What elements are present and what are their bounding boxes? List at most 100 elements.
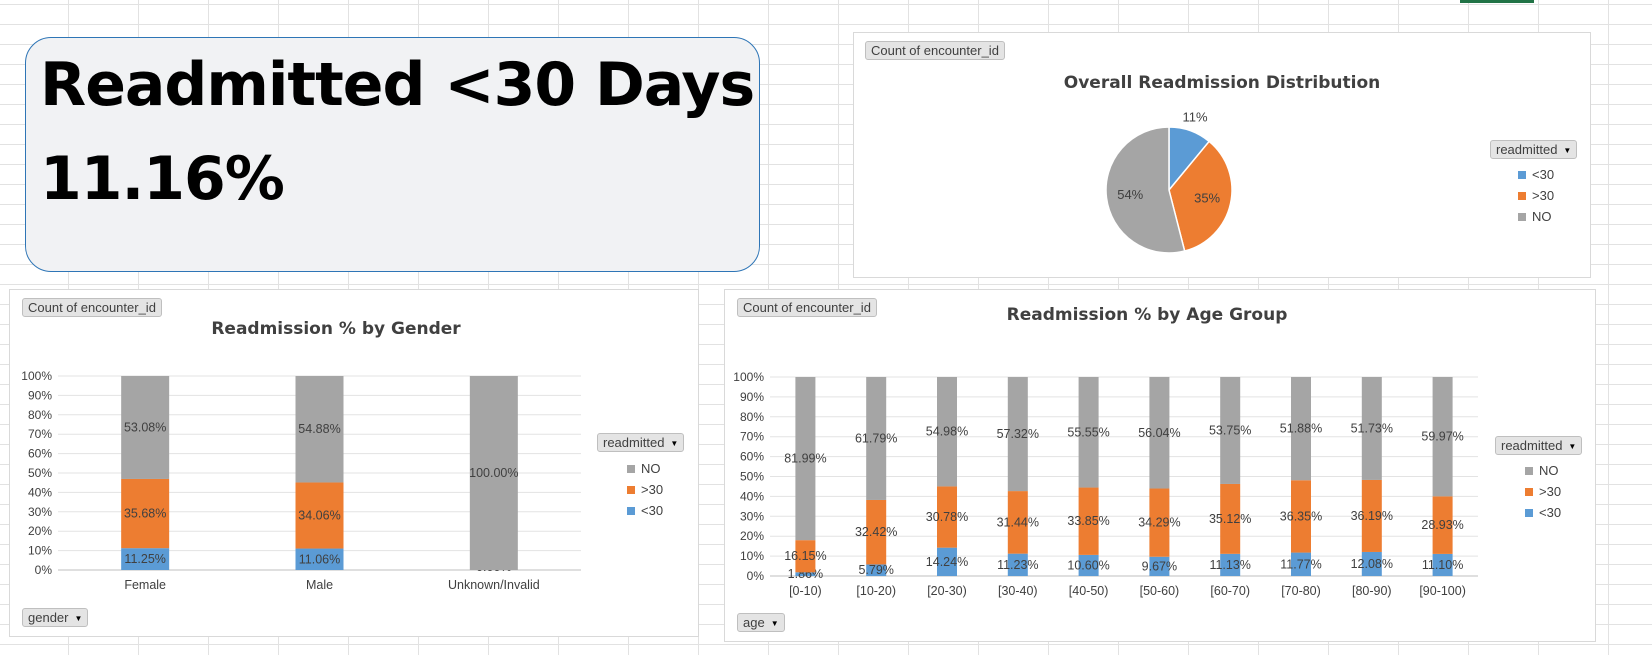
legend-swatch-no <box>627 464 635 473</box>
legend-label: <30 <box>641 503 664 518</box>
bar-data-label: 5.79% <box>858 563 893 577</box>
x-tick-label: [90-100) <box>1419 584 1466 598</box>
legend-swatch-lt30 <box>627 506 635 515</box>
x-tick-label: Unknown/Invalid <box>448 578 540 592</box>
legend-label: >30 <box>1532 188 1555 203</box>
x-tick-label: Male <box>306 578 333 592</box>
legend-label: <30 <box>1539 505 1562 520</box>
legend-swatch-gt30 <box>627 485 635 494</box>
y-tick-label: 60% <box>740 450 764 464</box>
y-tick-label: 70% <box>740 430 764 444</box>
kpi-value: 11.16% <box>40 144 285 214</box>
bar-data-label: 100.00% <box>469 466 518 480</box>
legend-item-no: NO <box>1525 460 1561 481</box>
y-tick-label: 100% <box>733 370 764 384</box>
bar-data-label: 11.13% <box>1209 558 1250 572</box>
y-tick-label: 40% <box>28 485 52 499</box>
bar-data-label: 11.25% <box>124 552 165 566</box>
x-tick-label: [0-10) <box>789 584 822 598</box>
legend-item-no: NO <box>1518 206 1554 227</box>
bar-data-label: 9.67% <box>1142 559 1177 573</box>
y-tick-label: 80% <box>28 408 52 422</box>
bar-data-label: 33.85% <box>1067 514 1109 528</box>
bar-data-label: 56.04% <box>1138 426 1180 440</box>
selected-cell-indicator <box>1460 0 1534 3</box>
dropdown-arrow-icon: ▼ <box>1563 146 1572 156</box>
bar-data-label: 54.98% <box>926 425 968 439</box>
age-legend-field-label: readmitted <box>1501 438 1563 453</box>
y-tick-label: 50% <box>740 470 764 484</box>
legend-item-lt30: <30 <box>1525 502 1561 523</box>
gender-axis-field-button[interactable]: gender ▼ <box>22 608 89 627</box>
y-tick-label: 60% <box>28 447 52 461</box>
x-tick-label: [20-30) <box>927 584 967 598</box>
gender-chart-panel[interactable]: Count of encounter_id Readmission % by G… <box>9 289 699 637</box>
gender-chart-svg: 0% 10% 20% 30% 40% 50% 60% 70% 80% 90% 100% 11.25% 3… <box>21 369 581 592</box>
pie-legend-field-label: readmitted <box>1496 142 1558 157</box>
bar-data-label: 36.19% <box>1351 509 1393 523</box>
pie-legend: <30 >30 NO <box>1518 164 1554 227</box>
pie-data-label: 35% <box>1194 191 1220 206</box>
x-tick-label: Female <box>124 578 166 592</box>
dropdown-arrow-icon: ▼ <box>670 439 679 449</box>
legend-item-gt30: >30 <box>1525 481 1561 502</box>
dropdown-arrow-icon: ▼ <box>1568 442 1577 452</box>
bar-data-label: 34.29% <box>1138 516 1180 530</box>
age-axis-field-button[interactable]: age ▼ <box>737 613 785 632</box>
bar-data-label: 32.42% <box>855 525 897 539</box>
bar-data-label: 11.06% <box>299 552 340 566</box>
age-axis-field-label: age <box>743 615 765 630</box>
y-tick-label: 40% <box>740 489 764 503</box>
y-tick-label: 80% <box>740 410 764 424</box>
legend-swatch-no <box>1518 212 1526 221</box>
bar-data-label: 31.44% <box>997 515 1039 529</box>
bar-data-label: 51.88% <box>1280 422 1322 436</box>
bar-data-label: 28.93% <box>1421 518 1463 532</box>
legend-label: NO <box>641 461 661 476</box>
y-tick-label: 10% <box>28 544 52 558</box>
y-tick-label: 0% <box>747 569 765 583</box>
gender-axis-field-label: gender <box>28 610 69 625</box>
y-tick-label: 20% <box>28 524 52 538</box>
pie-legend-field-button[interactable]: readmitted ▼ <box>1490 140 1578 159</box>
age-chart-panel[interactable]: Count of encounter_id Readmission % by A… <box>724 289 1596 642</box>
bar-data-label: 16.15% <box>784 549 826 563</box>
gender-legend-field-button[interactable]: readmitted ▼ <box>597 433 685 452</box>
pie-data-label: 11% <box>1183 110 1208 125</box>
kpi-title: Readmitted <30 Days <box>40 50 755 120</box>
gender-legend-field-label: readmitted <box>603 435 665 450</box>
bar-data-label: 59.97% <box>1421 430 1463 444</box>
bar-data-label: 12.08% <box>1351 557 1393 571</box>
pie-chart-panel[interactable]: Count of encounter_id Overall Readmissio… <box>853 32 1591 278</box>
legend-label: <30 <box>1532 167 1555 182</box>
age-legend-field-button[interactable]: readmitted ▼ <box>1495 436 1583 455</box>
x-tick-label: [30-40) <box>998 584 1038 598</box>
bar-data-label: 35.68% <box>124 507 166 521</box>
bar-data-label: 36.35% <box>1280 509 1322 523</box>
y-tick-label: 70% <box>28 427 52 441</box>
y-tick-label: 90% <box>740 390 764 404</box>
bar-data-label: 53.75% <box>1209 423 1251 437</box>
y-tick-label: 10% <box>740 549 764 563</box>
legend-item-no: NO <box>627 458 663 479</box>
bar-data-label: 14.24% <box>926 555 968 569</box>
pie-chart-svg: 11% 35% 54% <box>1105 110 1233 254</box>
y-tick-label: 20% <box>740 529 764 543</box>
legend-swatch-lt30 <box>1525 508 1533 517</box>
bar-data-label: 53.08% <box>124 420 166 434</box>
legend-item-gt30: >30 <box>627 479 663 500</box>
x-tick-label: [70-80) <box>1281 584 1321 598</box>
bar-data-label: 34.06% <box>298 509 340 523</box>
age-chart-svg: 0%10%20%30%40%50%60%70%80%90%100%1.86%16… <box>733 370 1478 598</box>
legend-item-lt30: <30 <box>1518 164 1554 185</box>
legend-item-lt30: <30 <box>627 500 663 521</box>
pie-data-label: 54% <box>1117 187 1143 202</box>
x-tick-label: [50-60) <box>1140 584 1180 598</box>
x-tick-label: [80-90) <box>1352 584 1392 598</box>
bar-data-label: 30.78% <box>926 510 968 524</box>
bar-data-label: 11.23% <box>997 558 1038 572</box>
kpi-card[interactable]: Readmitted <30 Days 11.16% <box>25 37 760 272</box>
x-tick-label: [40-50) <box>1069 584 1109 598</box>
legend-swatch-lt30 <box>1518 170 1526 179</box>
legend-label: NO <box>1532 209 1552 224</box>
